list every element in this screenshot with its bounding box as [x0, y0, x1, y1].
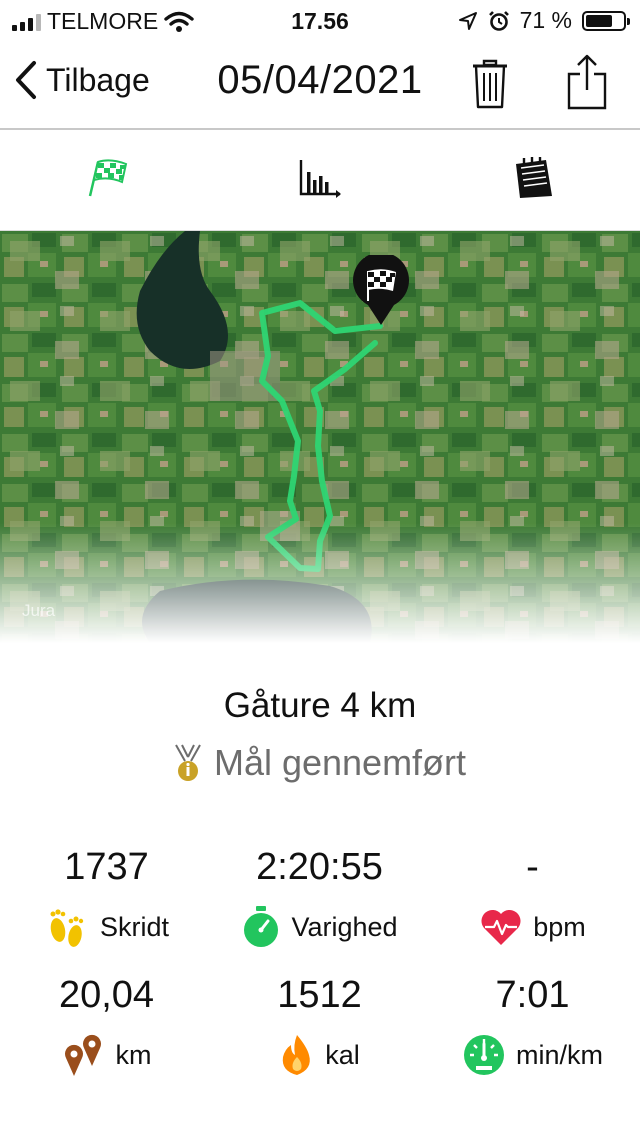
share-icon — [567, 54, 607, 110]
medal-icon — [175, 744, 201, 781]
delete-button[interactable] — [470, 56, 510, 115]
page-title: 05/04/2021 — [217, 58, 423, 102]
goal-status: Mål gennemført — [0, 742, 640, 784]
flame-icon — [283, 1035, 311, 1075]
checkered-flag-icon — [88, 159, 128, 197]
back-label: Tilbage — [46, 61, 150, 98]
stat-value: 1737 — [64, 846, 149, 888]
stat-value: 20,04 — [58, 974, 155, 1016]
tab-graphs[interactable] — [298, 156, 342, 205]
stat-label: Varighed — [291, 911, 398, 942]
stat-value: 7:01 — [495, 974, 570, 1016]
tab-bar — [0, 130, 640, 231]
map-fade-overlay — [0, 523, 640, 643]
activity-title: Gåture 4 km — [223, 686, 417, 725]
stat-steps: 1737 Skridt — [0, 846, 213, 950]
speedometer-icon — [464, 1035, 504, 1075]
stat-label: min/km — [516, 1039, 603, 1070]
trash-icon — [473, 59, 507, 109]
stat-value: 1512 — [277, 974, 362, 1016]
back-button[interactable]: Tilbage — [14, 60, 150, 100]
nav-bar: Tilbage 05/04/2021 — [0, 42, 640, 130]
chevron-left-icon — [16, 61, 36, 99]
stat-label: kal — [325, 1039, 360, 1070]
stat-calories: 1512 kal — [213, 974, 426, 1078]
stat-value: - — [526, 846, 539, 888]
location-arrow-icon — [458, 11, 477, 30]
stat-distance: 20,04 km — [0, 974, 213, 1078]
battery-percent: 71 % — [519, 7, 572, 33]
stat-pace: 7:01 min/km — [426, 974, 639, 1078]
stopwatch-icon — [244, 906, 279, 947]
stat-label: bpm — [533, 911, 586, 942]
stat-label: Skridt — [99, 911, 170, 942]
alarm-icon — [488, 10, 509, 31]
status-bar: TELMORE 17.56 71 % — [0, 0, 640, 42]
stat-heart-rate: - bpm — [426, 846, 639, 950]
footprints-icon — [50, 909, 84, 947]
bar-chart-icon — [299, 160, 341, 198]
stat-value: 2:20:55 — [256, 846, 383, 888]
notepad-icon — [516, 157, 552, 198]
stat-duration: 2:20:55 Varighed — [213, 846, 426, 950]
goal-text: Mål gennemført — [213, 742, 467, 783]
battery-icon — [582, 10, 630, 31]
map-attribution: Jura — [22, 601, 56, 620]
share-button[interactable] — [566, 54, 608, 115]
tab-route[interactable] — [86, 156, 130, 205]
heart-icon — [481, 909, 521, 945]
tab-notes[interactable] — [512, 156, 556, 205]
checkered-flag-pin-icon[interactable] — [350, 255, 412, 327]
map-pins-icon — [64, 1034, 101, 1076]
route-map[interactable]: Jura — [0, 231, 640, 643]
stat-label: km — [115, 1039, 152, 1070]
status-right: 71 % — [458, 7, 630, 34]
